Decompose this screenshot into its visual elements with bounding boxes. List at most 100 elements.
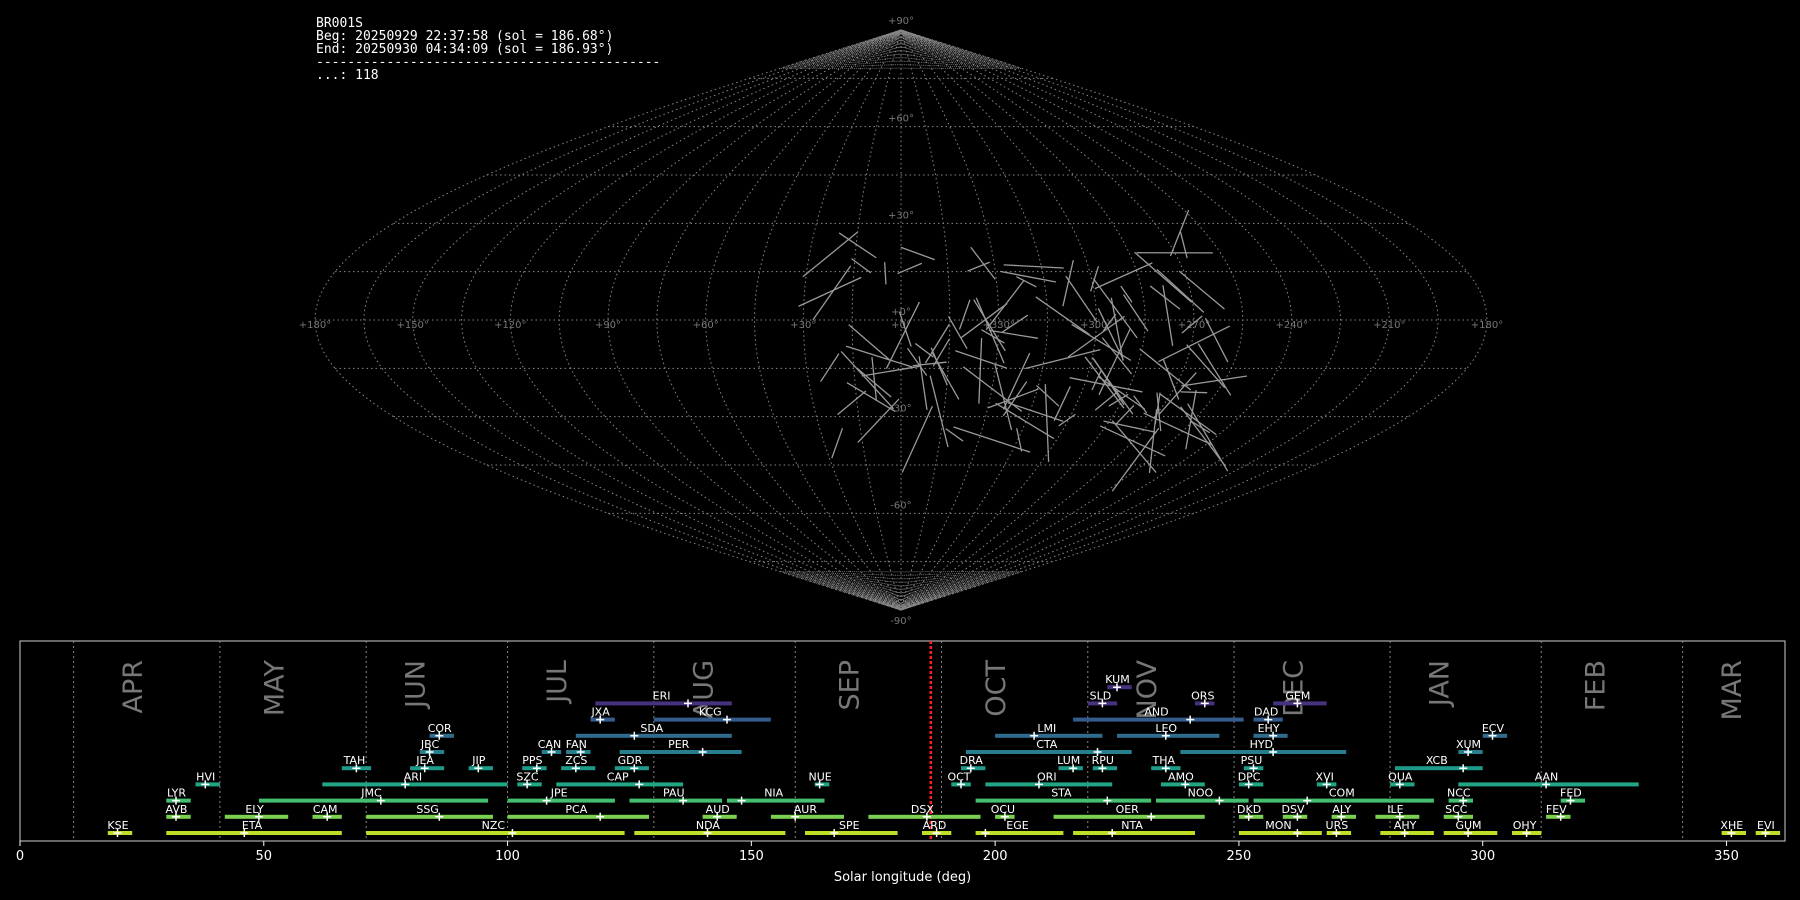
sky-lon-label: +180° (299, 320, 331, 331)
shower-code: FAN (566, 738, 587, 751)
shower-code: ZCS (565, 754, 587, 767)
meteor-trail (884, 262, 887, 285)
meteor-trail (1170, 209, 1190, 257)
shower-code: DPC (1238, 770, 1261, 783)
sky-lon-label: +60° (693, 320, 719, 331)
shower-code: SCC (1445, 803, 1468, 816)
x-tick-label: 250 (1227, 849, 1252, 864)
meteor-trail (1093, 358, 1125, 406)
x-tick-label: 100 (495, 849, 520, 864)
shower-code: GDR (618, 754, 643, 767)
shower-peak (981, 829, 990, 837)
x-tick-label: 200 (983, 849, 1008, 864)
x-tick-label: 50 (256, 849, 273, 864)
meteor-trail (820, 353, 840, 382)
meteor-trail (861, 365, 921, 377)
shower-code: AAN (1535, 770, 1559, 783)
meteor-trail (1186, 344, 1226, 389)
sky-lat-label: +90° (888, 16, 914, 27)
sky-lon-label: +90° (595, 320, 621, 331)
sky-lat-label: -90° (890, 616, 911, 627)
shower-code: ECV (1482, 722, 1505, 735)
shower-code: XCB (1426, 754, 1448, 767)
shower-peak (508, 829, 517, 837)
grid-meridian (802, 29, 902, 611)
month-label: DEC (1278, 660, 1309, 717)
shower-code: NUE (808, 770, 831, 783)
shower-code: QUA (1388, 770, 1413, 783)
meteor-trail (900, 246, 935, 261)
shower-code: NZC (482, 819, 506, 832)
shower-code: GEM (1285, 689, 1310, 702)
shower-code: JPE (550, 787, 568, 800)
grid-meridian (900, 29, 1390, 611)
shower-code: CAM (313, 803, 338, 816)
shower-code: ARI (404, 770, 422, 783)
sky-lon-label: +270° (1178, 320, 1210, 331)
shower-code: TAH (343, 754, 366, 767)
meteor-trail (1149, 285, 1181, 310)
shower-code: SPE (839, 819, 860, 832)
shower-peak (1186, 715, 1195, 724)
month-label: JUL (542, 660, 573, 705)
meteor-trail (897, 262, 923, 274)
meteor-trail (1180, 391, 1208, 394)
meteor-trail (1178, 270, 1225, 310)
meteor-trail (1111, 420, 1157, 473)
meteor-trail (1148, 409, 1158, 474)
shower-code: KCG (699, 706, 722, 719)
grid-meridian (900, 29, 1195, 611)
sky-lon-label: +150° (396, 320, 428, 331)
month-label: MAY (259, 660, 290, 717)
sky-lat-label: -60° (890, 500, 911, 511)
shower-code: JMC (360, 787, 382, 800)
shower-code: OCT (947, 770, 970, 783)
shower-code: ORI (1037, 770, 1057, 783)
shower-code: SDA (640, 722, 663, 735)
sky-map: +90°+60°+30°+0°-30°-60°-90°+180° +150° +12… (299, 16, 1503, 627)
shower-code: PER (668, 738, 690, 751)
shower-code: JBC (420, 738, 440, 751)
shower-code: FEV (1546, 803, 1567, 816)
shower-code: ILE (1387, 803, 1403, 816)
shower-peak (635, 780, 644, 789)
shower-code: ELY (245, 803, 264, 816)
meteor-trail (925, 323, 950, 364)
month-label: APR (118, 660, 149, 714)
meteor-trail (871, 356, 878, 402)
meteor-trail (1139, 348, 1191, 391)
shower-code: JXA (590, 706, 610, 719)
shower-code: ARD (923, 819, 947, 832)
meteor-trail (1065, 275, 1098, 322)
shower-code: COM (1329, 787, 1355, 800)
shower-code: NTA (1121, 819, 1143, 832)
meteor-trail (1115, 405, 1135, 425)
shower-code: CTA (1036, 738, 1058, 751)
shower-code: SZC (516, 770, 539, 783)
sky-lon-label: +30° (790, 320, 816, 331)
shower-code: THA (1152, 754, 1176, 767)
meteor-trail (1134, 251, 1192, 303)
shower-peak (1147, 812, 1156, 821)
meteor-trail (945, 428, 964, 442)
shower-code: ERI (653, 689, 671, 702)
month-label: JUN (401, 660, 432, 710)
shower-code: URS (1326, 819, 1349, 832)
meteor-chart: +90°+60°+30°+0°-30°-60°-90°+180° +150° +12… (16, 16, 1786, 885)
shower-code: JEA (415, 754, 434, 767)
sky-lat-label: +60° (888, 114, 914, 125)
shower-code: FED (1560, 787, 1582, 800)
shower-code: KUM (1105, 673, 1129, 686)
meteor-trail (930, 347, 948, 386)
meteor-trail (848, 324, 890, 361)
shower-code: SLD (1090, 689, 1112, 702)
meteor-trail (1098, 376, 1146, 410)
shower-peak (1293, 829, 1302, 837)
x-tick-label: 150 (739, 849, 764, 864)
shower-code: EVI (1757, 819, 1775, 832)
sky-lon-label: +210° (1373, 320, 1405, 331)
meteor-trail (978, 337, 983, 404)
meteor-trail (1003, 352, 1031, 410)
month-label: MAR (1717, 660, 1748, 721)
shower-peak (1459, 764, 1468, 773)
